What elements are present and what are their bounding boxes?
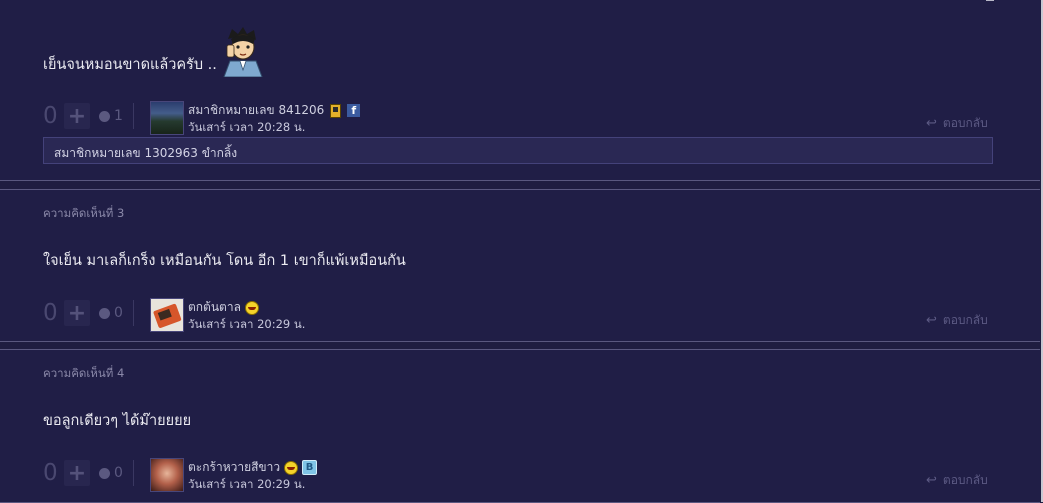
emotion-button[interactable]: 0 — [99, 465, 123, 481]
avatar[interactable] — [150, 101, 184, 135]
emotion-button[interactable]: 0 — [99, 305, 123, 321]
divider — [132, 103, 134, 129]
user-line: ตะกร้าหวายสีขาว B — [188, 458, 318, 477]
plus-icon[interactable]: + — [64, 460, 90, 486]
comment-card-3: ความคิดเห็นที่ 3 ใจเย็น มาเลก็เกร็ง เหมื… — [0, 189, 1040, 342]
user-line: ตกต้นตาล — [188, 298, 259, 317]
vote-score: 0 — [43, 300, 58, 326]
comment-number: ความคิดเห็นที่ 4 — [43, 366, 125, 380]
username-link[interactable]: ตะกร้าหวายสีขาว — [188, 458, 280, 477]
comment-card-1: เย็นจนหมอนขาดแล้วครับ .. 0 + 1 สมาชิกหมา… — [0, 0, 1040, 181]
reply-arrow-icon: ↩ — [926, 473, 937, 488]
emotion-face-icon — [99, 467, 110, 479]
sub-reply-text: สมาชิกหมายเลข 1302963 ขำกลิ้ง — [54, 146, 238, 160]
comment-number: ความคิดเห็นที่ 3 — [43, 206, 125, 220]
comment-text: ขอลูกเดียวๆ ได้ม๊ายยยย — [43, 413, 192, 429]
vote-bar: 0 + 0 — [43, 300, 134, 326]
emotion-count: 1 — [114, 108, 123, 124]
reply-label: ตอบกลับ — [942, 313, 988, 327]
cartoon-sticker-icon — [223, 27, 263, 77]
sub-reply-box: สมาชิกหมายเลข 1302963 ขำกลิ้ง — [43, 137, 993, 164]
laughing-smiley-icon — [244, 300, 259, 315]
emotion-button[interactable]: 1 — [99, 108, 123, 124]
reply-button[interactable]: ↩ ตอบกลับ — [926, 471, 988, 490]
more-options-icon[interactable] — [986, 0, 994, 1]
plus-icon[interactable]: + — [64, 300, 90, 326]
reply-arrow-icon: ↩ — [926, 116, 937, 131]
post-time: วันเสาร์ เวลา 20:28 น. — [188, 120, 306, 134]
username-link[interactable]: สมาชิกหมายเลข 841206 — [188, 101, 324, 120]
vote-bar: 0 + 0 — [43, 460, 134, 486]
blog-icon[interactable]: B — [302, 460, 318, 475]
avatar[interactable] — [150, 458, 184, 492]
username-link[interactable]: ตกต้นตาล — [188, 298, 241, 317]
post-time: วันเสาร์ เวลา 20:29 น. — [188, 477, 306, 491]
laughing-smiley-icon — [284, 460, 299, 475]
reply-button[interactable]: ↩ ตอบกลับ — [926, 114, 988, 133]
emotion-face-icon — [99, 307, 110, 319]
comment-text: เย็นจนหมอนขาดแล้วครับ .. — [43, 57, 217, 73]
divider — [132, 300, 134, 326]
avatar[interactable] — [150, 298, 184, 332]
plus-icon[interactable]: + — [64, 103, 90, 129]
reply-arrow-icon: ↩ — [926, 313, 937, 328]
avatar-image — [153, 303, 182, 328]
emotion-count: 0 — [114, 305, 123, 321]
emotion-count: 0 — [114, 465, 123, 481]
vote-bar: 0 + 1 — [43, 103, 134, 129]
vote-score: 0 — [43, 103, 58, 129]
comment-card-4: ความคิดเห็นที่ 4 ขอลูกเดียวๆ ได้ม๊ายยยย … — [0, 349, 1040, 503]
mobile-phone-icon — [330, 103, 342, 118]
reply-button[interactable]: ↩ ตอบกลับ — [926, 311, 988, 330]
vote-score: 0 — [43, 460, 58, 486]
reply-label: ตอบกลับ — [942, 473, 988, 487]
user-line: สมาชิกหมายเลข 841206 f — [188, 101, 361, 120]
comment-text: ใจเย็น มาเลก็เกร็ง เหมือนกัน โดน อีก 1 เ… — [43, 253, 406, 269]
reply-label: ตอบกลับ — [942, 116, 988, 130]
post-time: วันเสาร์ เวลา 20:29 น. — [188, 317, 306, 331]
emotion-face-icon — [99, 110, 110, 122]
facebook-icon[interactable]: f — [347, 104, 361, 117]
divider — [132, 460, 134, 486]
